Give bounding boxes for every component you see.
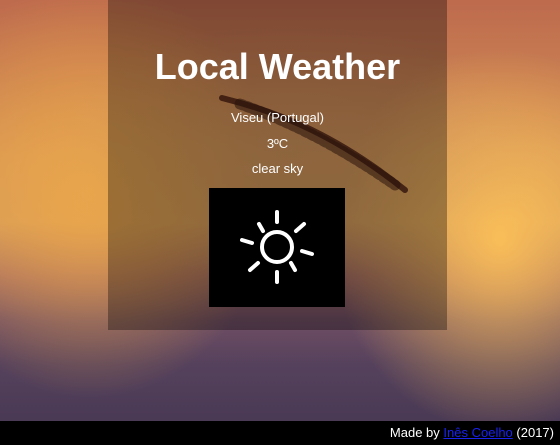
- sun-icon: [240, 210, 314, 284]
- weather-description: clear sky: [251, 161, 304, 176]
- weather-icon-box: [209, 188, 345, 307]
- footer-suffix: (2017): [512, 425, 554, 440]
- weather-panel: Local Weather Viseu (Portugal) 3ºC clear…: [108, 0, 447, 330]
- temperature-text: 3ºC: [266, 136, 289, 151]
- footer: Made by Inês Coelho (2017): [0, 421, 560, 445]
- page-title: Local Weather: [154, 46, 401, 87]
- footer-prefix: Made by: [389, 425, 444, 440]
- location-text: Viseu (Portugal): [231, 110, 324, 125]
- author-link[interactable]: Inês Coelho: [443, 425, 512, 440]
